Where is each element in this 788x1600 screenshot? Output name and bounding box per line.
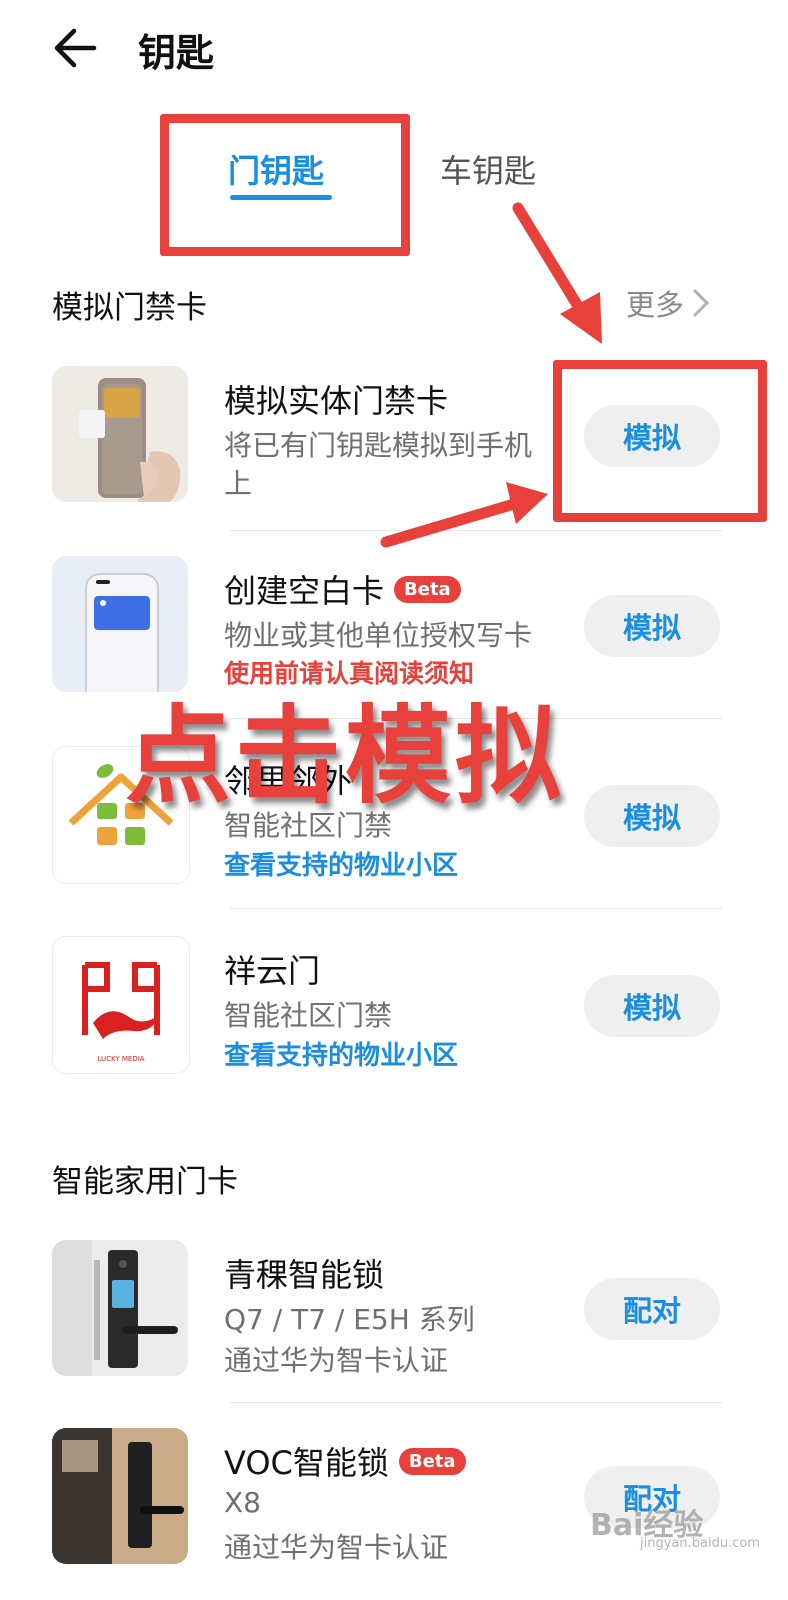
highlight-box-button xyxy=(553,360,767,522)
supported-community-link[interactable]: 查看支持的物业小区 xyxy=(224,1035,458,1072)
arrow-down-icon xyxy=(512,202,602,344)
item-title: 祥云门 xyxy=(224,952,321,990)
chevron-right-icon xyxy=(693,289,710,317)
voc-lock-image xyxy=(52,1428,188,1564)
item-subtitle: 将已有门钥匙模拟到手机 xyxy=(224,429,533,462)
page-title: 钥匙 xyxy=(138,31,215,75)
baidu-watermark: Bai经验 jingyan.baidu.com xyxy=(590,1500,760,1551)
phone-card-image xyxy=(79,378,181,502)
smart-lock-image xyxy=(52,1240,188,1376)
divider xyxy=(230,530,722,531)
section-title-access-card: 模拟门禁卡 xyxy=(52,290,207,326)
section-title-smart-home: 智能家用门卡 xyxy=(52,1164,238,1200)
more-link[interactable]: 更多 xyxy=(626,282,710,324)
item-title: VOC智能锁 Beta xyxy=(224,1438,466,1484)
item-subtitle-wrap: 上 xyxy=(224,467,253,500)
simulate-button[interactable]: 模拟 xyxy=(584,785,720,847)
item-subtitle: Q7 / T7 / E5H 系列 xyxy=(224,1303,475,1336)
item-note: 通过华为智卡认证 xyxy=(224,1531,449,1564)
item-title: 创建空白卡 Beta xyxy=(224,566,461,612)
pair-button[interactable]: 配对 xyxy=(584,1278,720,1340)
item-subtitle: X8 xyxy=(224,1486,261,1519)
divider xyxy=(230,908,722,909)
more-label: 更多 xyxy=(626,288,685,322)
tab-car-key[interactable]: 车钥匙 xyxy=(440,146,536,192)
item-subtitle: 智能社区门禁 xyxy=(224,999,393,1032)
simulate-button[interactable]: 模拟 xyxy=(584,975,720,1037)
highlight-box-tab xyxy=(160,114,410,256)
beta-badge: Beta xyxy=(394,575,461,603)
logo-caption: LUCKY MEDIA xyxy=(97,1055,144,1063)
beta-badge: Beta xyxy=(398,1447,466,1475)
item-title: 模拟实体门禁卡 xyxy=(224,382,449,420)
item-thumbnail-voc-lock xyxy=(52,1428,188,1564)
item-thumbnail-lock xyxy=(52,1240,188,1376)
simulate-button[interactable]: 模拟 xyxy=(584,595,720,657)
supported-community-link[interactable]: 查看支持的物业小区 xyxy=(224,845,458,882)
item-thumbnail-xiangyun-logo: LUCKY MEDIA xyxy=(52,936,190,1074)
divider xyxy=(230,1402,722,1403)
back-arrow-icon[interactable] xyxy=(52,26,100,70)
item-note: 通过华为智卡认证 xyxy=(224,1344,449,1377)
item-thumbnail-phone xyxy=(52,366,188,502)
annotation-text: 点击模拟 xyxy=(125,695,565,818)
watermark-url: jingyan.baidu.com xyxy=(640,1536,760,1551)
xiangyun-logo-icon: LUCKY MEDIA xyxy=(82,962,160,1063)
arrow-right-icon xyxy=(380,482,548,548)
item-title: 青稞智能锁 xyxy=(224,1256,385,1294)
item-subtitle: 物业或其他单位授权写卡 xyxy=(224,619,533,652)
